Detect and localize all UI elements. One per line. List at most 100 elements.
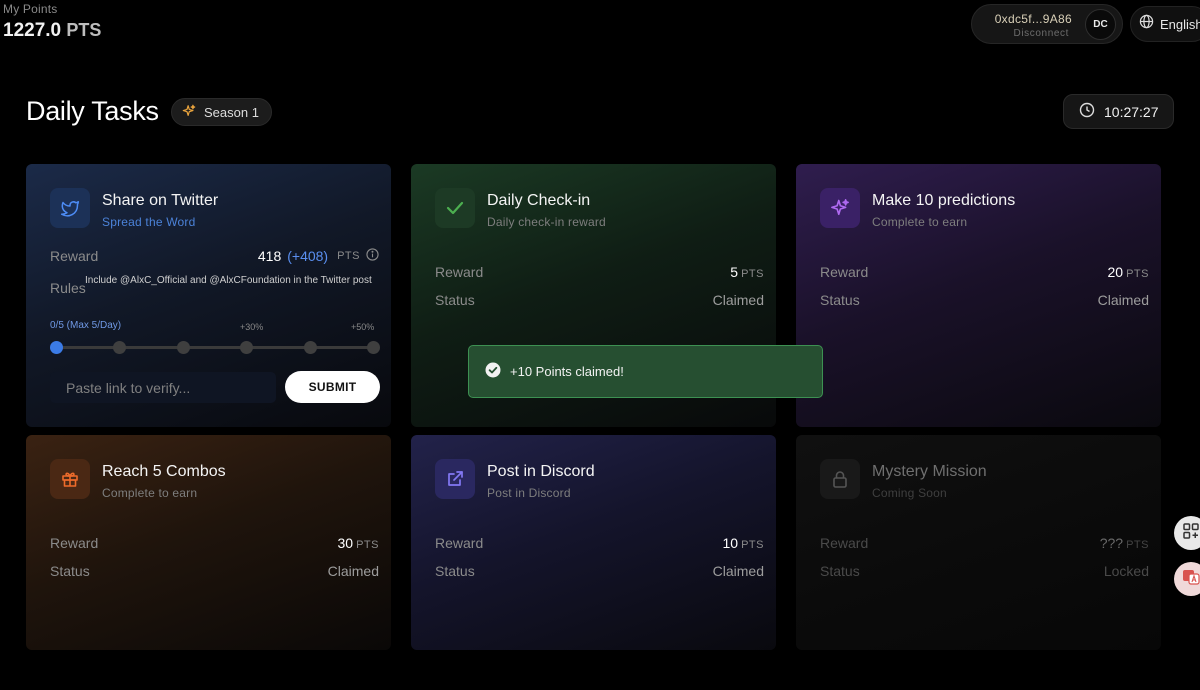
info-icon[interactable]	[366, 248, 379, 264]
reward-value: 20 PTS	[1108, 264, 1149, 280]
countdown-timer: 10:27:27	[1063, 94, 1174, 129]
progress-label: 0/5 (Max 5/Day)	[50, 320, 122, 331]
status-value: Claimed	[712, 563, 764, 579]
points-label: My Points	[3, 2, 58, 16]
progress-track	[56, 346, 374, 349]
status-label: Status	[435, 563, 475, 579]
task-title: Mystery Mission	[872, 463, 987, 480]
reward-unit: PTS	[741, 539, 764, 551]
gift-icon	[50, 459, 90, 499]
status-row: Status Claimed	[50, 563, 379, 579]
task-card-mystery: Mystery Mission Coming Soon Reward ??? PT…	[796, 435, 1161, 650]
apps-button[interactable]	[1174, 516, 1200, 550]
toast-message: +10 Points claimed!	[510, 364, 624, 379]
status-label: Status	[50, 563, 90, 579]
grid-plus-icon	[1182, 522, 1200, 545]
status-value: Locked	[1103, 563, 1149, 579]
status-value: Claimed	[327, 563, 379, 579]
reward-unit: PTS	[741, 268, 764, 280]
points-display: 1227.0 PTS	[3, 20, 101, 42]
twitter-icon	[50, 188, 90, 228]
rules-text: Include @AlxC_Official and @AlxCFoundati…	[85, 275, 372, 286]
progress-step-5	[367, 341, 380, 354]
reward-unit: PTS	[337, 250, 360, 262]
task-title: Share on Twitter	[102, 192, 219, 209]
reward-row: Reward ??? PTS	[820, 535, 1149, 551]
status-row: Status Claimed	[435, 563, 764, 579]
timer-value: 10:27:27	[1104, 103, 1159, 120]
wallet-address: 0xdc5f...9A86	[994, 12, 1072, 26]
reward-amount: 418	[257, 248, 282, 264]
reward-amount: 5	[730, 264, 739, 280]
wallet-button[interactable]: 0xdc5f...9A86 Disconnect DC	[971, 4, 1123, 44]
reward-row: Reward 5 PTS	[435, 264, 764, 280]
task-card-predictions: Make 10 predictions Complete to earn Rew…	[796, 164, 1161, 427]
reward-value: 10 PTS	[723, 535, 764, 551]
reward-label: Reward	[820, 535, 869, 551]
page-title: Daily Tasks	[26, 96, 159, 126]
status-value: Claimed	[712, 292, 764, 308]
task-title: Daily Check-in	[487, 192, 591, 209]
reward-value: 418 (+408) PTS	[258, 248, 379, 264]
globe-icon	[1139, 14, 1154, 34]
reward-bonus: (+408)	[287, 248, 329, 264]
reward-label: Reward	[50, 248, 99, 264]
reward-amount: 30	[337, 535, 354, 551]
reward-value: ??? PTS	[1100, 535, 1149, 551]
task-card-discord: Post in Discord Post in Discord Reward 1…	[411, 435, 776, 650]
task-subtitle: Complete to earn	[872, 215, 968, 229]
status-row: Status Claimed	[435, 292, 764, 308]
reward-row: Reward 10 PTS	[435, 535, 764, 551]
task-subtitle: Daily check-in reward	[487, 215, 606, 229]
reward-amount: ???	[1099, 535, 1124, 551]
submit-button[interactable]: SUBMIT	[285, 371, 380, 403]
task-title: Make 10 predictions	[872, 192, 1016, 209]
avatar: DC	[1085, 9, 1116, 40]
progress-mark-50: +50%	[351, 322, 375, 332]
reward-unit: PTS	[1126, 539, 1149, 551]
progress-mark-30: +30%	[240, 322, 264, 332]
lock-icon	[820, 459, 860, 499]
task-subtitle: Post in Discord	[487, 486, 571, 500]
success-toast: +10 Points claimed!	[468, 345, 823, 398]
reward-label: Reward	[820, 264, 869, 280]
sparkle-icon	[820, 188, 860, 228]
progress-step-4	[304, 341, 317, 354]
clock-icon	[1079, 102, 1095, 121]
progress-step-0	[50, 341, 63, 354]
task-title: Post in Discord	[487, 463, 595, 480]
progress-step-3	[240, 341, 253, 354]
task-subtitle: Spread the Word	[102, 215, 196, 229]
language-selector[interactable]: English	[1130, 6, 1200, 42]
progress-step-2	[177, 341, 190, 354]
rules-label: Rules	[50, 280, 86, 296]
status-row: Status Claimed	[820, 292, 1149, 308]
season-badge: Season 1	[171, 98, 272, 126]
task-card-combos: Reach 5 Combos Complete to earn Reward 3…	[26, 435, 391, 650]
reward-label: Reward	[435, 264, 484, 280]
status-label: Status	[820, 563, 860, 579]
reward-row: Reward 418 (+408) PTS	[50, 248, 379, 264]
status-value: Claimed	[1097, 292, 1149, 308]
reward-value: 30 PTS	[338, 535, 379, 551]
translate-icon	[1181, 567, 1200, 592]
points-unit: PTS	[66, 20, 102, 40]
status-label: Status	[820, 292, 860, 308]
reward-row: Reward 30 PTS	[50, 535, 379, 551]
check-icon	[435, 188, 475, 228]
reward-label: Reward	[435, 535, 484, 551]
season-label: Season 1	[204, 104, 259, 120]
task-card-twitter: Share on Twitter Spread the Word Reward …	[26, 164, 391, 427]
status-label: Status	[435, 292, 475, 308]
task-subtitle: Coming Soon	[872, 486, 947, 500]
translate-button[interactable]	[1174, 562, 1200, 596]
disconnect-label[interactable]: Disconnect	[1014, 28, 1069, 39]
reward-unit: PTS	[1126, 268, 1149, 280]
progress-step-1	[113, 341, 126, 354]
reward-value: 5 PTS	[730, 264, 764, 280]
reward-row: Reward 20 PTS	[820, 264, 1149, 280]
language-label: English	[1160, 16, 1200, 32]
status-row: Status Locked	[820, 563, 1149, 579]
sparkle-icon	[182, 104, 196, 121]
verify-link-input[interactable]	[50, 372, 276, 403]
